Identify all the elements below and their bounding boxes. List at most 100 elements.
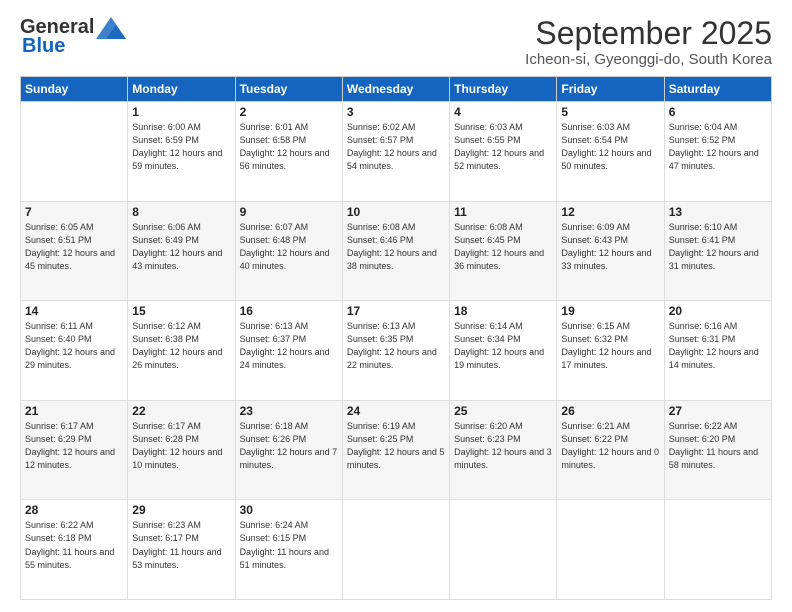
day-number: 24 [347, 404, 445, 418]
day-detail: Sunrise: 6:17 AMSunset: 6:29 PMDaylight:… [25, 420, 123, 472]
day-detail: Sunrise: 6:11 AMSunset: 6:40 PMDaylight:… [25, 320, 123, 372]
col-friday: Friday [557, 77, 664, 102]
table-row: 21 Sunrise: 6:17 AMSunset: 6:29 PMDayligh… [21, 400, 128, 500]
table-row: 25 Sunrise: 6:20 AMSunset: 6:23 PMDayligh… [450, 400, 557, 500]
table-row: 6 Sunrise: 6:04 AMSunset: 6:52 PMDaylight… [664, 102, 771, 202]
day-detail: Sunrise: 6:15 AMSunset: 6:32 PMDaylight:… [561, 320, 659, 372]
calendar-week-row: 21 Sunrise: 6:17 AMSunset: 6:29 PMDayligh… [21, 400, 772, 500]
day-detail: Sunrise: 6:01 AMSunset: 6:58 PMDaylight:… [240, 121, 338, 173]
table-row: 3 Sunrise: 6:02 AMSunset: 6:57 PMDaylight… [342, 102, 449, 202]
table-row: 7 Sunrise: 6:05 AMSunset: 6:51 PMDaylight… [21, 201, 128, 301]
table-row: 17 Sunrise: 6:13 AMSunset: 6:35 PMDayligh… [342, 301, 449, 401]
page: General Blue September 2025 Icheon-si, G… [0, 0, 792, 612]
day-detail: Sunrise: 6:03 AMSunset: 6:55 PMDaylight:… [454, 121, 552, 173]
day-number: 16 [240, 304, 338, 318]
calendar-header-row: Sunday Monday Tuesday Wednesday Thursday… [21, 77, 772, 102]
table-row: 9 Sunrise: 6:07 AMSunset: 6:48 PMDaylight… [235, 201, 342, 301]
day-number: 8 [132, 205, 230, 219]
day-detail: Sunrise: 6:04 AMSunset: 6:52 PMDaylight:… [669, 121, 767, 173]
table-row: 20Sunrise: 6:16 AMSunset: 6:31 PMDayligh… [664, 301, 771, 401]
day-number: 13 [669, 205, 767, 219]
table-row: 23Sunrise: 6:18 AMSunset: 6:26 PMDayligh… [235, 400, 342, 500]
day-number: 27 [669, 404, 767, 418]
table-row: 10Sunrise: 6:08 AMSunset: 6:46 PMDayligh… [342, 201, 449, 301]
day-number: 17 [347, 304, 445, 318]
calendar-week-row: 28Sunrise: 6:22 AMSunset: 6:18 PMDayligh… [21, 500, 772, 600]
col-wednesday: Wednesday [342, 77, 449, 102]
calendar-week-row: 1Sunrise: 6:00 AMSunset: 6:59 PMDaylight… [21, 102, 772, 202]
day-detail: Sunrise: 6:06 AMSunset: 6:49 PMDaylight:… [132, 221, 230, 273]
table-row: 12 Sunrise: 6:09 AMSunset: 6:43 PMDayligh… [557, 201, 664, 301]
day-number: 14 [25, 304, 123, 318]
table-row: 5 Sunrise: 6:03 AMSunset: 6:54 PMDaylight… [557, 102, 664, 202]
table-row [21, 102, 128, 202]
day-detail: Sunrise: 6:08 AMSunset: 6:46 PMDaylight:… [347, 221, 445, 273]
day-detail: Sunrise: 6:24 AMSunset: 6:15 PMDaylight:… [240, 519, 338, 571]
day-detail: Sunrise: 6:22 AMSunset: 6:18 PMDaylight:… [25, 519, 123, 571]
table-row: 16 Sunrise: 6:13 AMSunset: 6:37 PMDayligh… [235, 301, 342, 401]
table-row: 24 Sunrise: 6:19 AMSunset: 6:25 PMDayligh… [342, 400, 449, 500]
table-row: 14 Sunrise: 6:11 AMSunset: 6:40 PMDayligh… [21, 301, 128, 401]
day-number: 4 [454, 105, 552, 119]
day-number: 2 [240, 105, 338, 119]
day-number: 21 [25, 404, 123, 418]
day-number: 15 [132, 304, 230, 318]
day-detail: Sunrise: 6:22 AMSunset: 6:20 PMDaylight:… [669, 420, 767, 472]
table-row [557, 500, 664, 600]
day-detail: Sunrise: 6:13 AMSunset: 6:35 PMDaylight:… [347, 320, 445, 372]
day-detail: Sunrise: 6:23 AMSunset: 6:17 PMDaylight:… [132, 519, 230, 571]
day-number: 9 [240, 205, 338, 219]
table-row: 26 Sunrise: 6:21 AMSunset: 6:22 PMDayligh… [557, 400, 664, 500]
day-detail: Sunrise: 6:02 AMSunset: 6:57 PMDaylight:… [347, 121, 445, 173]
table-row: 11Sunrise: 6:08 AMSunset: 6:45 PMDayligh… [450, 201, 557, 301]
col-thursday: Thursday [450, 77, 557, 102]
col-tuesday: Tuesday [235, 77, 342, 102]
day-number: 6 [669, 105, 767, 119]
day-detail: Sunrise: 6:19 AMSunset: 6:25 PMDaylight:… [347, 420, 445, 472]
table-row: 30 Sunrise: 6:24 AMSunset: 6:15 PMDayligh… [235, 500, 342, 600]
month-year: September 2025 [525, 16, 772, 51]
table-row [342, 500, 449, 600]
day-number: 22 [132, 404, 230, 418]
day-detail: Sunrise: 6:14 AMSunset: 6:34 PMDaylight:… [454, 320, 552, 372]
table-row: 22 Sunrise: 6:17 AMSunset: 6:28 PMDayligh… [128, 400, 235, 500]
day-detail: Sunrise: 6:18 AMSunset: 6:26 PMDaylight:… [240, 420, 338, 472]
day-number: 26 [561, 404, 659, 418]
day-number: 1 [132, 105, 230, 119]
location: Icheon-si, Gyeonggi-do, South Korea [525, 51, 772, 68]
day-number: 3 [347, 105, 445, 119]
day-number: 19 [561, 304, 659, 318]
table-row: 13 Sunrise: 6:10 AMSunset: 6:41 PMDayligh… [664, 201, 771, 301]
calendar-table: Sunday Monday Tuesday Wednesday Thursday… [20, 76, 772, 600]
calendar-week-row: 7 Sunrise: 6:05 AMSunset: 6:51 PMDaylight… [21, 201, 772, 301]
day-number: 30 [240, 503, 338, 517]
day-detail: Sunrise: 6:21 AMSunset: 6:22 PMDaylight:… [561, 420, 659, 472]
calendar-week-row: 14 Sunrise: 6:11 AMSunset: 6:40 PMDayligh… [21, 301, 772, 401]
day-number: 18 [454, 304, 552, 318]
table-row [450, 500, 557, 600]
day-detail: Sunrise: 6:13 AMSunset: 6:37 PMDaylight:… [240, 320, 338, 372]
table-row: 29Sunrise: 6:23 AMSunset: 6:17 PMDayligh… [128, 500, 235, 600]
day-detail: Sunrise: 6:20 AMSunset: 6:23 PMDaylight:… [454, 420, 552, 472]
day-detail: Sunrise: 6:07 AMSunset: 6:48 PMDaylight:… [240, 221, 338, 273]
day-number: 5 [561, 105, 659, 119]
day-detail: Sunrise: 6:05 AMSunset: 6:51 PMDaylight:… [25, 221, 123, 273]
day-detail: Sunrise: 6:10 AMSunset: 6:41 PMDaylight:… [669, 221, 767, 273]
day-number: 12 [561, 205, 659, 219]
day-number: 25 [454, 404, 552, 418]
day-number: 7 [25, 205, 123, 219]
col-saturday: Saturday [664, 77, 771, 102]
day-detail: Sunrise: 6:09 AMSunset: 6:43 PMDaylight:… [561, 221, 659, 273]
day-detail: Sunrise: 6:17 AMSunset: 6:28 PMDaylight:… [132, 420, 230, 472]
table-row: 27 Sunrise: 6:22 AMSunset: 6:20 PMDayligh… [664, 400, 771, 500]
day-detail: Sunrise: 6:12 AMSunset: 6:38 PMDaylight:… [132, 320, 230, 372]
col-monday: Monday [128, 77, 235, 102]
day-detail: Sunrise: 6:16 AMSunset: 6:31 PMDaylight:… [669, 320, 767, 372]
col-sunday: Sunday [21, 77, 128, 102]
logo-blue: Blue [22, 35, 65, 58]
table-row [664, 500, 771, 600]
day-detail: Sunrise: 6:03 AMSunset: 6:54 PMDaylight:… [561, 121, 659, 173]
title-block: September 2025 Icheon-si, Gyeonggi-do, S… [525, 16, 772, 68]
table-row: 15 Sunrise: 6:12 AMSunset: 6:38 PMDayligh… [128, 301, 235, 401]
day-number: 11 [454, 205, 552, 219]
